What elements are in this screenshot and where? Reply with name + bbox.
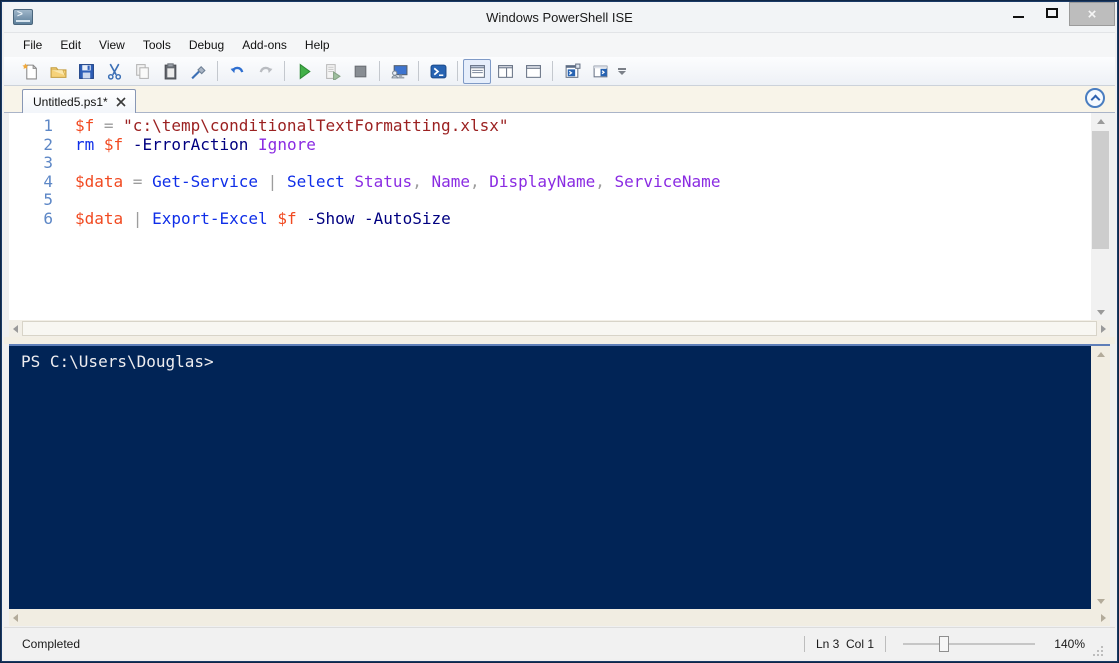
show-script-pane-maximized-icon[interactable] — [519, 59, 547, 84]
code-text: $f = "c:\temp\conditionalTextFormatting.… — [75, 116, 509, 135]
menu-debug[interactable]: Debug — [180, 34, 233, 56]
line-number: 2 — [43, 134, 53, 154]
toolbar — [4, 57, 1115, 86]
close-powershell-tab-icon[interactable] — [586, 59, 614, 84]
stop-operation-icon[interactable] — [346, 59, 374, 84]
code-line: 1 $f = "c:\temp\conditionalTextFormatting… — [9, 116, 1091, 136]
new-script-icon[interactable] — [16, 59, 44, 84]
zoom-level: 140% — [1054, 636, 1085, 651]
line-col-indicator: Ln 3 Col 1 — [815, 636, 874, 651]
resize-grip-icon[interactable] — [1091, 644, 1103, 656]
status-separator — [885, 635, 886, 652]
code-lines[interactable]: 1 $f = "c:\temp\conditionalTextFormatting… — [9, 113, 1091, 320]
redo-icon[interactable] — [251, 59, 279, 84]
start-powershell-icon[interactable] — [424, 59, 452, 84]
line-number: 3 — [43, 153, 53, 172]
code-text: $data = Get-Service | Select Status, Nam… — [75, 171, 721, 191]
show-script-pane-right-icon[interactable] — [491, 59, 519, 84]
zoom-slider-thumb[interactable] — [939, 635, 949, 652]
editor-horizontal-scrollbar[interactable] — [9, 320, 1110, 337]
scrollbar-thumb[interactable] — [22, 321, 1097, 336]
undo-icon[interactable] — [223, 59, 251, 84]
pane-splitter[interactable] — [4, 337, 1115, 344]
console-input-area[interactable]: PS C:\Users\Douglas> — [9, 346, 1091, 609]
code-line: 4 $data = Get-Service | Select Status, Na… — [9, 171, 1091, 192]
collapse-script-pane-button[interactable] — [1085, 88, 1105, 108]
line-number: 5 — [43, 190, 53, 209]
scroll-right-icon[interactable] — [1101, 324, 1106, 333]
window-title: Windows PowerShell ISE — [486, 9, 633, 25]
new-powershell-tab-icon[interactable] — [558, 59, 586, 84]
powershell-ise-window: Windows PowerShell ISE × File Edit View … — [0, 0, 1119, 663]
menu-view[interactable]: View — [90, 34, 134, 56]
clear-console-pane-icon[interactable] — [184, 59, 212, 84]
status-right-cluster: Ln 3 Col 1 140% — [793, 632, 1105, 656]
scroll-right-icon[interactable] — [1101, 613, 1106, 622]
menu-add-ons[interactable]: Add-ons — [233, 34, 296, 56]
zoom-slider-track[interactable] — [903, 642, 1035, 645]
toolbar-separator — [552, 61, 553, 81]
menu-tools[interactable]: Tools — [134, 34, 180, 56]
status-bar: Completed Ln 3 Col 1 140% — [4, 627, 1115, 659]
run-script-icon[interactable] — [290, 59, 318, 84]
code-text: rm $f -ErrorAction Ignore — [75, 134, 316, 154]
scroll-left-icon[interactable] — [13, 613, 18, 622]
menu-bar: File Edit View Tools Debug Add-ons Help — [4, 32, 1115, 57]
menu-file[interactable]: File — [14, 34, 51, 56]
save-script-icon[interactable] — [72, 59, 100, 84]
tab-label: Untitled5.ps1* — [33, 94, 108, 109]
menu-edit[interactable]: Edit — [51, 34, 90, 56]
status-separator — [803, 635, 805, 652]
toolbar-overflow-icon[interactable] — [618, 67, 626, 75]
code-line: 6 $data | Export-Excel $f -Show -AutoSize — [9, 208, 1091, 229]
toolbar-separator — [418, 61, 419, 81]
zoom-slider[interactable] — [903, 635, 1035, 653]
tab-close-icon[interactable] — [115, 96, 127, 108]
title-bar: Windows PowerShell ISE × — [4, 2, 1115, 32]
script-editor-pane: 1 $f = "c:\temp\conditionalTextFormatting… — [9, 113, 1110, 320]
menu-help[interactable]: Help — [296, 34, 339, 56]
run-selection-icon[interactable] — [318, 59, 346, 84]
code-line: 2 rm $f -ErrorAction Ignore — [9, 134, 1091, 155]
paste-icon[interactable] — [156, 59, 184, 84]
console-pane: PS C:\Users\Douglas> — [9, 344, 1110, 609]
code-line: 3 — [9, 153, 1091, 173]
toolbar-separator — [379, 61, 380, 81]
console-prompt: PS C:\Users\Douglas> — [21, 352, 214, 371]
new-remote-powershell-tab-icon[interactable] — [385, 59, 413, 84]
tab-strip: Untitled5.ps1* — [4, 86, 1115, 113]
toolbar-separator — [457, 61, 458, 81]
copy-icon[interactable] — [128, 59, 156, 84]
scroll-down-icon[interactable] — [1091, 304, 1110, 320]
toolbar-separator — [284, 61, 285, 81]
toolbar-separator — [217, 61, 218, 81]
code-line: 5 — [9, 190, 1091, 210]
open-script-icon[interactable] — [44, 59, 72, 84]
editor-vertical-scrollbar[interactable] — [1091, 113, 1110, 320]
scroll-down-icon[interactable] — [1091, 593, 1110, 609]
status-text: Completed — [22, 636, 81, 651]
scrollbar-thumb[interactable] — [1092, 131, 1109, 249]
console-vertical-scrollbar[interactable] — [1091, 346, 1110, 609]
cut-icon[interactable] — [100, 59, 128, 84]
scroll-up-icon[interactable] — [1091, 346, 1110, 362]
code-text: $data | Export-Excel $f -Show -AutoSize — [75, 208, 451, 228]
tab-untitled5[interactable]: Untitled5.ps1* — [22, 89, 136, 113]
scroll-up-icon[interactable] — [1091, 113, 1110, 129]
chevron-up-icon — [1090, 94, 1100, 105]
line-number: 6 — [43, 208, 53, 228]
console-horizontal-scrollbar[interactable] — [9, 609, 1110, 626]
line-number: 1 — [43, 116, 53, 135]
line-number: 4 — [43, 171, 53, 191]
scroll-left-icon[interactable] — [13, 324, 18, 333]
show-script-pane-top-icon[interactable] — [463, 58, 491, 84]
